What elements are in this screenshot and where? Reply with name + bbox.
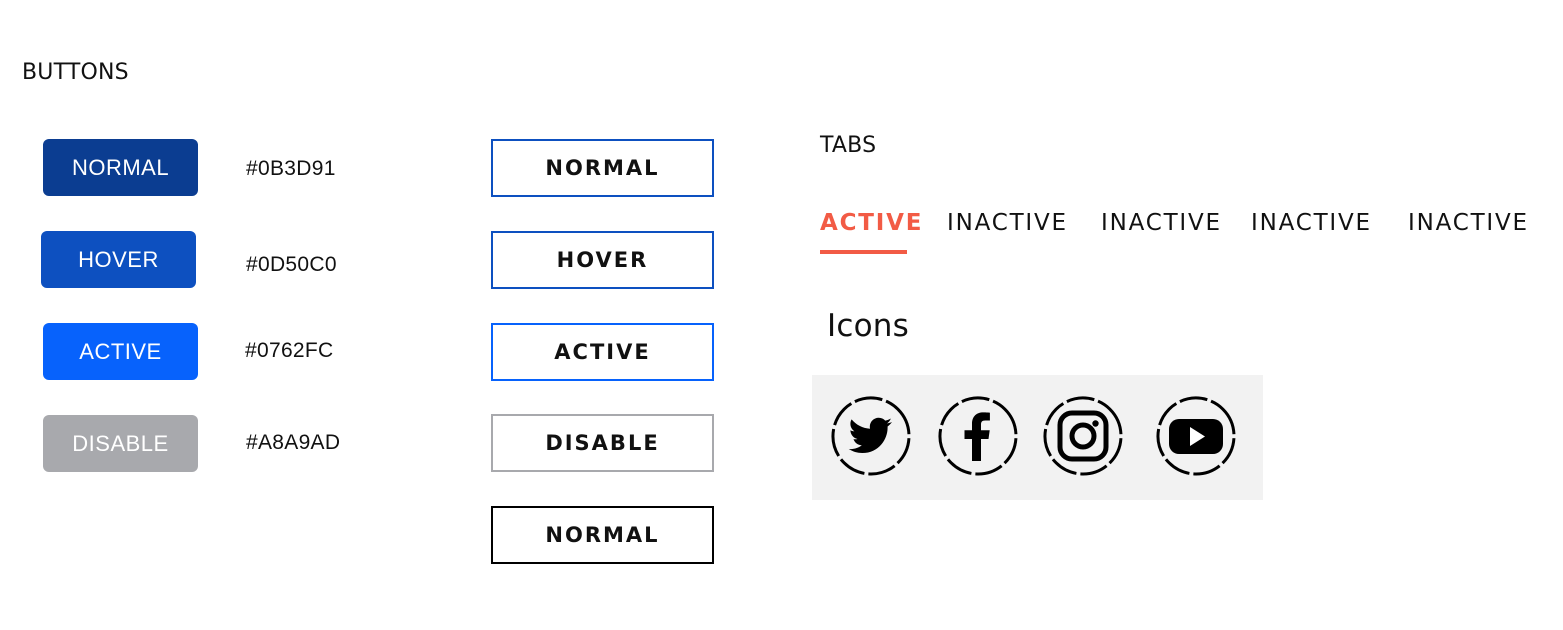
outline-dark-normal-button[interactable]: NORMAL — [491, 506, 714, 564]
facebook-icon[interactable] — [937, 395, 1019, 477]
tab-inactive-2[interactable]: INACTIVE — [1101, 206, 1222, 254]
buttons-section-title: BUTTONS — [22, 60, 129, 85]
icons-section-title: Icons — [827, 308, 909, 344]
tab-label: ACTIVE — [820, 210, 924, 236]
outline-hover-button[interactable]: HOVER — [491, 231, 714, 289]
normal-color-hex: #0B3D91 — [246, 157, 336, 180]
icons-panel — [812, 375, 1263, 500]
hover-button[interactable]: HOVER — [41, 231, 196, 288]
tab-inactive-4[interactable]: INACTIVE — [1408, 206, 1529, 254]
tab-label: INACTIVE — [1251, 210, 1372, 236]
tab-label: INACTIVE — [947, 210, 1068, 236]
outline-active-button[interactable]: ACTIVE — [491, 323, 714, 381]
youtube-icon[interactable] — [1155, 395, 1237, 477]
disable-color-hex: #A8A9AD — [246, 431, 341, 454]
tab-label: INACTIVE — [1408, 210, 1529, 236]
tabs-section-title: TABS — [820, 133, 877, 158]
normal-button[interactable]: NORMAL — [43, 139, 198, 196]
disable-button: DISABLE — [43, 415, 198, 472]
outline-normal-button[interactable]: NORMAL — [491, 139, 714, 197]
hover-color-hex: #0D50C0 — [246, 253, 337, 276]
tab-label: INACTIVE — [1101, 210, 1222, 236]
tab-active[interactable]: ACTIVE — [820, 206, 924, 254]
tab-inactive-1[interactable]: INACTIVE — [947, 206, 1068, 254]
outline-disable-button: DISABLE — [491, 414, 714, 472]
tab-active-indicator — [820, 250, 907, 254]
tab-inactive-3[interactable]: INACTIVE — [1251, 206, 1372, 254]
twitter-icon[interactable] — [830, 395, 912, 477]
instagram-icon[interactable] — [1042, 395, 1124, 477]
active-button[interactable]: ACTIVE — [43, 323, 198, 380]
active-color-hex: #0762FC — [245, 339, 334, 362]
